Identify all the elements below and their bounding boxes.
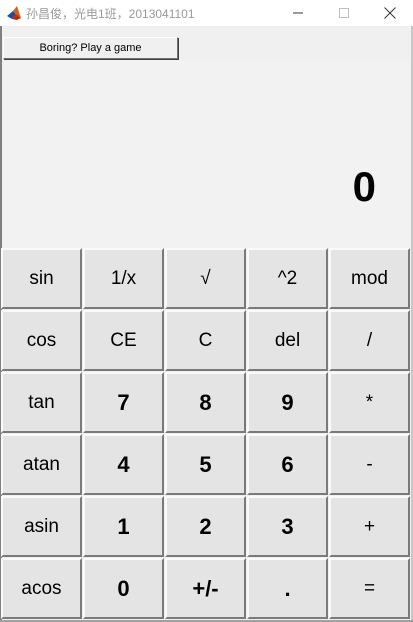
play-game-button[interactable]: Boring? Play a game bbox=[3, 37, 178, 59]
8-key[interactable]: 8 bbox=[165, 372, 246, 433]
close-icon bbox=[384, 7, 396, 19]
tan-key[interactable]: tan bbox=[1, 372, 82, 433]
2-key[interactable]: 2 bbox=[165, 496, 246, 557]
3-key[interactable]: 3 bbox=[247, 496, 328, 557]
4-key[interactable]: 4 bbox=[83, 434, 164, 495]
multiply-key[interactable]: * bbox=[329, 372, 410, 433]
square-key[interactable]: ^2 bbox=[247, 248, 328, 309]
window-title: 孙昌俊，光电1班，2013041101 bbox=[26, 6, 195, 21]
delete-key[interactable]: del bbox=[247, 310, 328, 371]
mod-key[interactable]: mod bbox=[329, 248, 410, 309]
clear-key[interactable]: C bbox=[165, 310, 246, 371]
decimal-key[interactable]: . bbox=[247, 558, 328, 619]
atan-key[interactable]: atan bbox=[1, 434, 82, 495]
display-value: 0 bbox=[352, 163, 376, 210]
sin-key[interactable]: sin bbox=[1, 248, 82, 309]
cos-key[interactable]: cos bbox=[1, 310, 82, 371]
reciprocal-key[interactable]: 1/x bbox=[83, 248, 164, 309]
add-key[interactable]: + bbox=[329, 496, 410, 557]
window-controls bbox=[275, 0, 413, 26]
asin-key[interactable]: asin bbox=[1, 496, 82, 557]
keypad: sin 1/x √ ^2 mod cos CE Cdel / tan 7 8 9 * atan 4 5 6- asi… bbox=[1, 248, 411, 620]
matlab-logo-icon bbox=[6, 5, 22, 21]
acos-key[interactable]: acos bbox=[1, 558, 82, 619]
sqrt-key[interactable]: √ bbox=[165, 248, 246, 309]
result-display: 0 bbox=[3, 60, 410, 248]
1-key[interactable]: 1 bbox=[83, 496, 164, 557]
maximize-icon bbox=[339, 8, 349, 18]
0-key[interactable]: 0 bbox=[83, 558, 164, 619]
calculator-window: 孙昌俊，光电1班，2013041101 Boring? Play a game … bbox=[0, 0, 413, 622]
subtract-key[interactable]: - bbox=[329, 434, 410, 495]
close-button[interactable] bbox=[367, 0, 413, 26]
6-key[interactable]: 6 bbox=[247, 434, 328, 495]
minimize-icon bbox=[293, 8, 303, 18]
minimize-button[interactable] bbox=[275, 0, 321, 26]
clear-entry-key[interactable]: CE bbox=[83, 310, 164, 371]
divide-key[interactable]: / bbox=[329, 310, 410, 371]
7-key[interactable]: 7 bbox=[83, 372, 164, 433]
maximize-button[interactable] bbox=[321, 0, 367, 26]
equals-key[interactable]: = bbox=[329, 558, 410, 619]
9-key[interactable]: 9 bbox=[247, 372, 328, 433]
negate-key[interactable]: +/- bbox=[165, 558, 246, 619]
title-bar[interactable]: 孙昌俊，光电1班，2013041101 bbox=[0, 0, 413, 26]
5-key[interactable]: 5 bbox=[165, 434, 246, 495]
